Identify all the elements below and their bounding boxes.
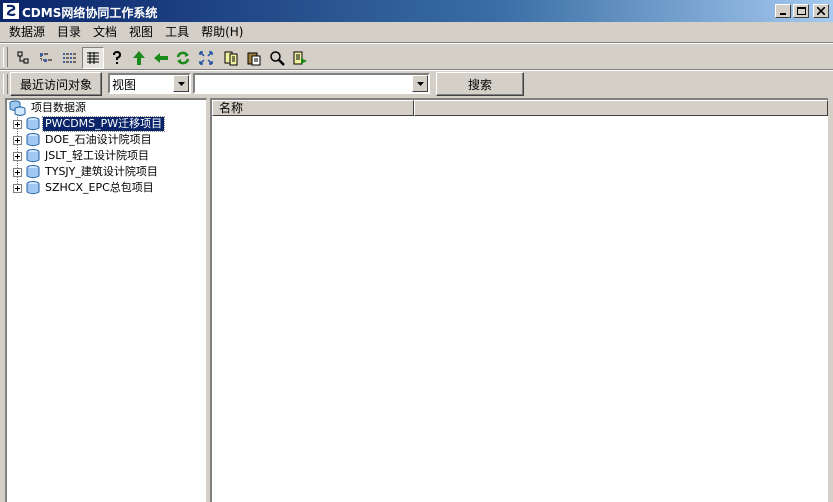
expand-toggle[interactable]: [13, 183, 22, 193]
recent-objects-button[interactable]: 最近访问对象: [10, 72, 102, 96]
copy-button[interactable]: [220, 47, 242, 69]
tree-item-label: JSLT_轻工设计院项目: [45, 149, 150, 162]
minimize-button[interactable]: [775, 4, 791, 18]
back-button[interactable]: [150, 47, 172, 69]
large-icons-button[interactable]: [12, 47, 34, 69]
maximize-icon: [796, 6, 806, 15]
details-view-icon: [87, 52, 99, 64]
tree-item-label: TYSJY_建筑设计院项目: [45, 165, 158, 178]
close-icon: [817, 7, 825, 15]
large-icons-view-icon: [17, 51, 29, 64]
database-root-icon: [9, 100, 26, 116]
small-icons-view-icon: [40, 53, 52, 62]
export-button[interactable]: [289, 47, 311, 69]
search-button[interactable]: 搜索: [436, 72, 524, 96]
database-icon: [26, 117, 40, 131]
menu-help[interactable]: 帮助(H): [195, 23, 249, 41]
chevron-down-icon: [177, 81, 185, 86]
database-icon: [26, 133, 40, 147]
expand-toggle[interactable]: [13, 135, 22, 145]
help-icon: [113, 50, 122, 64]
menu-directory[interactable]: 目录: [51, 23, 87, 41]
paste-icon: [247, 52, 261, 66]
details-view-button[interactable]: [82, 47, 104, 69]
path-select-dropdown[interactable]: [412, 75, 428, 92]
addressbar-grip[interactable]: [3, 74, 8, 94]
menu-view[interactable]: 视图: [123, 23, 159, 41]
tree-item[interactable]: SZHCX_EPC总包项目: [13, 180, 156, 196]
app-logo-icon: [3, 3, 19, 19]
view-select-dropdown[interactable]: [173, 75, 189, 92]
up-arrow-icon: [133, 51, 145, 65]
expand-toggle[interactable]: [13, 167, 22, 177]
close-button[interactable]: [813, 4, 829, 18]
copy-icon: [224, 51, 238, 66]
tree-item[interactable]: JSLT_轻工设计院项目: [13, 148, 151, 164]
window-title: CDMS网络协同工作系统: [22, 6, 158, 20]
list-view-button[interactable]: [58, 47, 80, 69]
list-view-icon: [63, 53, 76, 63]
column-header-name-label: 名称: [219, 101, 244, 115]
paste-button[interactable]: [243, 47, 265, 69]
menu-document[interactable]: 文档: [87, 23, 123, 41]
toolbar-grip[interactable]: [3, 47, 8, 67]
export-icon: [293, 51, 307, 65]
document-list[interactable]: 名称: [210, 98, 828, 502]
title-bar: CDMS网络协同工作系统: [0, 0, 833, 22]
tree-item[interactable]: TYSJY_建筑设计院项目: [13, 164, 160, 180]
up-level-button[interactable]: [128, 47, 150, 69]
expand-all-button[interactable]: [195, 47, 217, 69]
view-select[interactable]: 视图: [108, 73, 191, 94]
find-button[interactable]: [266, 47, 288, 69]
column-header-blank[interactable]: [414, 100, 828, 116]
database-icon: [26, 149, 40, 163]
menu-data-source[interactable]: 数据源: [0, 23, 51, 41]
search-button-label: 搜索: [467, 77, 492, 92]
menu-tools[interactable]: 工具: [159, 23, 195, 41]
minimize-icon: [780, 13, 786, 15]
chevron-down-icon: [416, 81, 424, 86]
project-tree[interactable]: 项目数据源 PWCDMS_PW迁移项目 DOE_石油设计院项目 JSLT_轻工设…: [5, 98, 207, 502]
expand-toggle[interactable]: [13, 119, 22, 129]
tree-item-label: PWCDMS_PW迁移项目: [41, 116, 166, 132]
back-arrow-icon: [154, 53, 168, 63]
toolbar: [0, 44, 833, 70]
expand-toggle[interactable]: [13, 151, 22, 161]
expand-icon: [199, 51, 213, 65]
recent-objects-label: 最近访问对象: [19, 77, 92, 92]
column-header-name[interactable]: 名称: [212, 100, 414, 116]
maximize-button[interactable]: [793, 4, 809, 18]
database-icon: [26, 165, 40, 179]
search-icon: [270, 51, 285, 66]
tree-item-label: SZHCX_EPC总包项目: [45, 181, 154, 194]
tree-item-label: DOE_石油设计院项目: [45, 133, 152, 146]
database-icon: [26, 181, 40, 195]
view-select-value: 视图: [112, 78, 137, 92]
menu-bar: 数据源 目录 文档 视图 工具 帮助(H): [0, 22, 833, 42]
refresh-icon: [176, 51, 190, 65]
refresh-button[interactable]: [172, 47, 194, 69]
help-button[interactable]: [106, 47, 128, 69]
address-bar: 最近访问对象 视图 搜索: [0, 70, 833, 98]
tree-item[interactable]: DOE_石油设计院项目: [13, 132, 154, 148]
path-select[interactable]: [193, 73, 430, 94]
tree-item[interactable]: PWCDMS_PW迁移项目: [13, 116, 166, 132]
tree-root[interactable]: 项目数据源: [9, 100, 88, 116]
tree-root-label: 项目数据源: [31, 101, 86, 114]
small-icons-button[interactable]: [35, 47, 57, 69]
